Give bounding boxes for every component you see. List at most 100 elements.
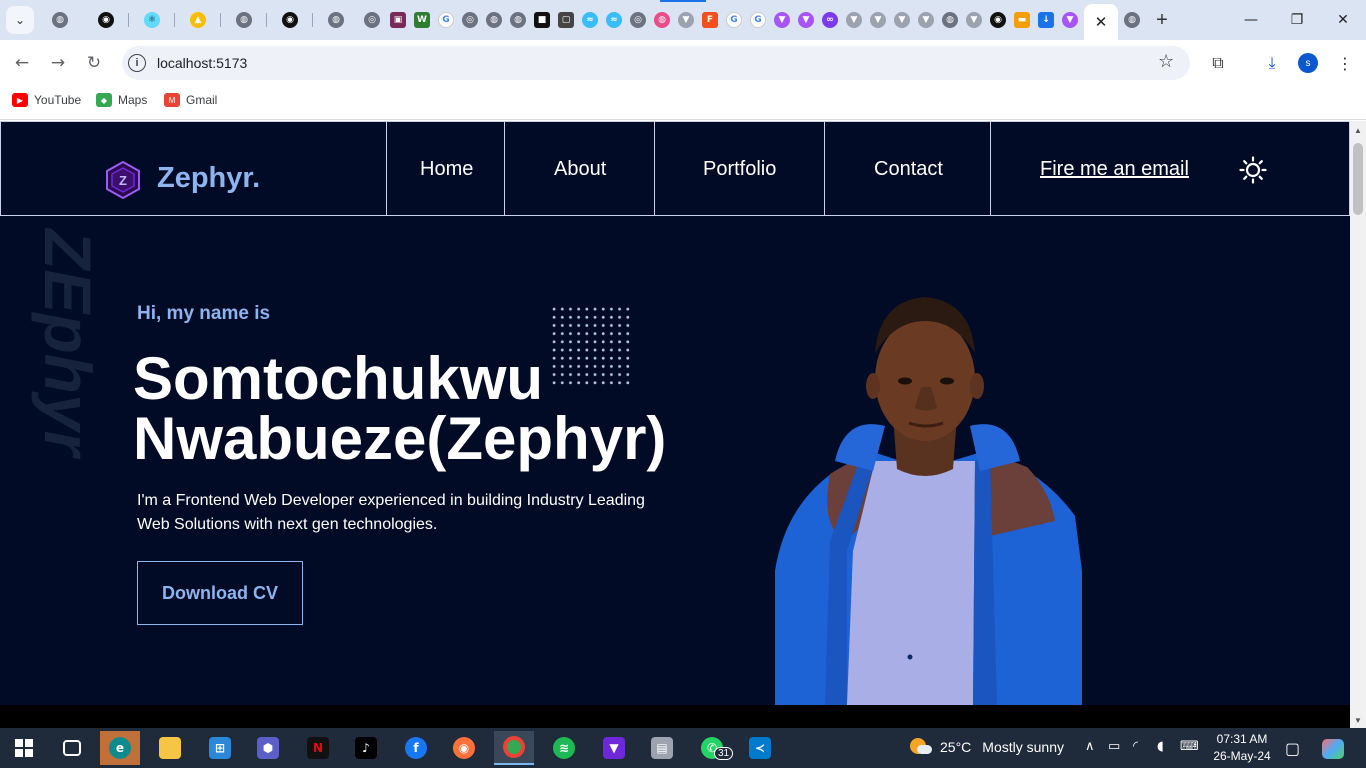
github-icon[interactable]: ◉ [98,12,114,28]
chrome-icon[interactable]: ◎ [630,12,646,28]
globe-icon[interactable]: ◍ [1124,12,1140,28]
globe-icon[interactable]: ◍ [52,12,68,28]
logo-icon[interactable]: Z [103,160,143,200]
profile-avatar[interactable]: s [1298,53,1318,73]
notifications-icon[interactable]: ▢ [1285,739,1300,758]
tab-search-button[interactable]: ⌄ [6,6,34,34]
reload-button[interactable]: ↻ [82,51,106,75]
logo-text[interactable]: Zephyr. [157,162,260,195]
app-icon[interactable]: ▣ [390,12,406,28]
battery-icon[interactable]: ▭ [1108,739,1120,754]
taskbar-file-explorer[interactable] [150,731,190,765]
taskbar-facebook[interactable]: f [396,731,436,765]
vite-icon[interactable]: ▼ [798,12,814,28]
globe-icon[interactable]: ◍ [942,12,958,28]
github-icon[interactable]: ◉ [282,12,298,28]
nav-contact-link[interactable]: Contact [874,158,943,181]
address-bar[interactable] [122,46,1190,80]
app-icon[interactable]: ▼ [918,12,934,28]
taskbar-app[interactable]: ▤ [642,731,682,765]
taskbar-vscode[interactable]: ≺ [740,731,780,765]
bookmark-star-icon[interactable]: ☆ [1158,51,1174,72]
w-icon[interactable]: W [414,12,430,28]
tailwind-icon[interactable]: ≈ [606,12,622,28]
volume-icon[interactable]: ◖ [1157,739,1164,754]
minimize-button[interactable]: — [1228,6,1274,34]
globe-icon[interactable]: ◍ [328,12,344,28]
chrome-icon[interactable]: ◎ [364,12,380,28]
taskbar-app[interactable]: ⬢ [248,731,288,765]
app-icon[interactable]: ▢ [558,12,574,28]
clock-time: 07:31 AM [1216,732,1268,746]
taskbar-store[interactable]: ⊞ [200,731,240,765]
bookmark-youtube[interactable]: ▶ YouTube [12,92,81,108]
globe-icon[interactable]: ◍ [486,12,502,28]
scroll-down-arrow-icon[interactable]: ▼ [1353,715,1363,725]
taskbar-firefox[interactable]: ◉ [444,731,484,765]
forward-button[interactable]: → [46,51,70,75]
app-icon[interactable]: ▼ [678,12,694,28]
downloads-icon[interactable]: ⤓ [1261,52,1283,74]
scrollbar-thumb[interactable] [1353,143,1363,215]
close-window-button[interactable]: ✕ [1320,6,1366,34]
vite-icon[interactable]: ▼ [1062,12,1078,28]
nav-about-link[interactable]: About [554,158,606,181]
taskbar-whatsapp[interactable]: ✆ 31 [692,731,734,765]
download-icon[interactable]: ↓ [1038,12,1054,28]
google-icon[interactable]: G [750,12,766,28]
figma-icon[interactable]: F [702,12,718,28]
system-clock[interactable]: 07:31 AM 26-May-24 [1210,731,1274,765]
drive-icon[interactable]: ▲ [190,12,206,28]
chrome-icon[interactable]: ◎ [462,12,478,28]
menu-icon[interactable]: ⋮ [1334,52,1356,74]
globe-icon[interactable]: ◍ [510,12,526,28]
theme-toggle-sun-icon[interactable] [1239,156,1267,184]
back-button[interactable]: ← [10,51,34,75]
page-scrollbar[interactable]: ▲ ▼ [1350,121,1366,729]
tab-separator [128,13,129,27]
taskbar-chrome[interactable] [494,731,534,765]
bookmark-maps[interactable]: ◆ Maps [96,92,147,108]
app-icon[interactable]: ▼ [894,12,910,28]
taskbar-app[interactable]: ▼ [594,731,634,765]
app-icon[interactable]: ▼ [966,12,982,28]
weather-widget[interactable]: 25°C Mostly sunny [910,738,1064,756]
download-cv-button[interactable]: Download CV [137,561,303,625]
extensions-icon[interactable]: ⧉ [1207,52,1229,74]
app-icon[interactable]: ▬ [1014,12,1030,28]
hero-greeting: Hi, my name is [137,303,271,324]
wifi-icon[interactable]: ◜ [1133,739,1138,754]
task-view-button[interactable] [52,731,92,765]
tailwind-icon[interactable]: ≈ [582,12,598,28]
scroll-up-arrow-icon[interactable]: ▲ [1353,125,1363,135]
google-icon[interactable]: G [438,12,454,28]
page-viewport: Z Zephyr. Home About Portfolio Contact F… [0,121,1350,705]
show-hidden-icons-chevron-icon[interactable]: ∧ [1085,739,1095,754]
bookmark-gmail[interactable]: M Gmail [164,92,217,108]
google-icon[interactable]: G [726,12,742,28]
github-icon[interactable]: ◉ [990,12,1006,28]
taskbar-tiktok[interactable]: ♪ [346,731,386,765]
nav-home-link[interactable]: Home [420,158,473,181]
dribbble-icon[interactable]: ◍ [654,12,670,28]
site-info-icon[interactable]: i [128,54,146,72]
start-button[interactable] [4,731,44,765]
globe-icon[interactable]: ◍ [236,12,252,28]
email-link[interactable]: Fire me an email [1040,158,1189,181]
app-icon[interactable]: ∞ [822,12,838,28]
app-icon[interactable]: ■ [534,12,550,28]
keyboard-icon[interactable]: ⌨ [1180,739,1199,754]
restore-button[interactable]: ❐ [1274,6,1320,34]
app-icon[interactable]: ▼ [870,12,886,28]
nav-portfolio-link[interactable]: Portfolio [703,158,776,181]
taskbar-spotify[interactable]: ≋ [544,731,584,765]
react-icon[interactable]: ⚛ [144,12,160,28]
app-icon[interactable]: ▼ [846,12,862,28]
active-tab-close-button[interactable]: ✕ [1084,4,1118,40]
vite-icon[interactable]: ▼ [774,12,790,28]
taskbar-netflix[interactable]: N [298,731,338,765]
new-tab-button[interactable]: + [1150,8,1174,32]
taskbar-edge[interactable]: e [100,731,140,765]
url-text[interactable]: localhost:5173 [157,55,247,71]
copilot-icon[interactable] [1322,739,1344,759]
